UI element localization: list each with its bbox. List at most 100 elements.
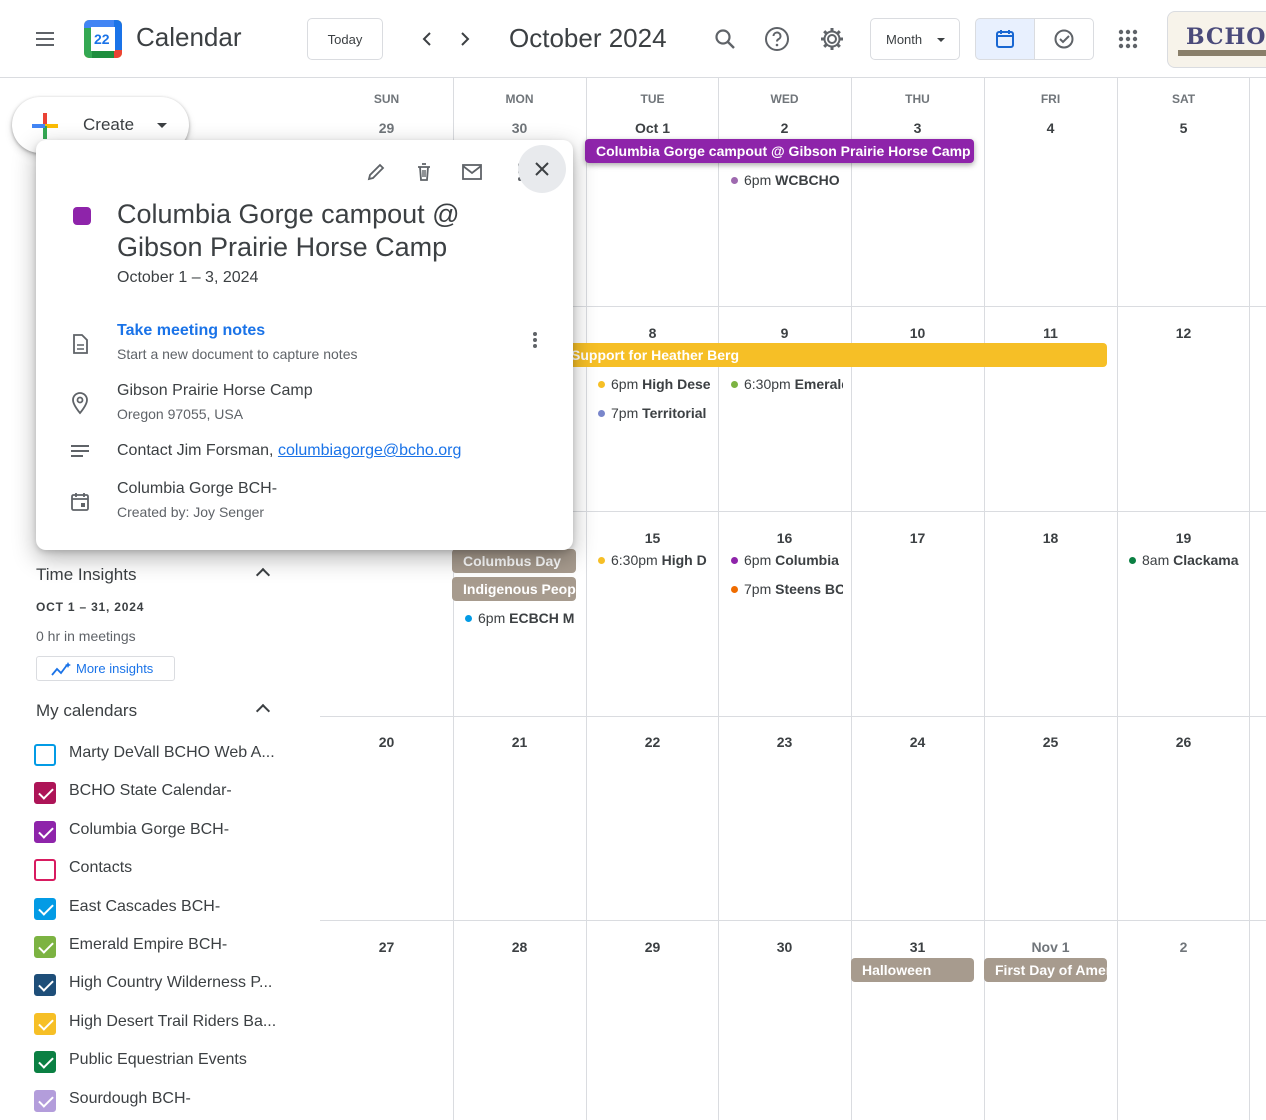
calendar-item[interactable]: BCHO State Calendar-: [34, 780, 314, 804]
day-number[interactable]: 22: [586, 734, 719, 750]
day-number[interactable]: 25: [984, 734, 1117, 750]
event-location-address: Oregon 97055, USA: [117, 406, 244, 422]
calendar-item[interactable]: Contacts: [34, 857, 314, 881]
day-number[interactable]: 28: [453, 939, 586, 955]
search-button[interactable]: [705, 19, 745, 59]
timed-event[interactable]: 6pm WCBCHO: [719, 170, 849, 190]
event-title: WCBCHO: [775, 172, 840, 188]
day-number[interactable]: 20: [320, 734, 453, 750]
day-number[interactable]: 8: [586, 325, 719, 341]
grid-column-divider: [1249, 78, 1250, 1120]
calendar-item[interactable]: East Cascades BCH-: [34, 896, 314, 920]
day-number[interactable]: 27: [320, 939, 453, 955]
day-number[interactable]: 11: [984, 325, 1117, 341]
calendar-item[interactable]: Emerald Empire BCH-: [34, 934, 314, 958]
calendar-item[interactable]: Columbia Gorge BCH-: [34, 819, 314, 843]
notes-more-button[interactable]: [515, 320, 555, 360]
event-location[interactable]: Gibson Prairie Horse Camp: [117, 382, 313, 400]
day-number[interactable]: 3: [851, 120, 984, 136]
event-chip[interactable]: Columbia Gorge campout @ Gibson Prairie …: [585, 139, 974, 163]
calendar-checkbox[interactable]: [34, 1090, 56, 1112]
day-number[interactable]: 15: [586, 530, 719, 546]
day-number[interactable]: 26: [1117, 734, 1250, 750]
help-button[interactable]: [757, 19, 797, 59]
calendar-checkbox[interactable]: [34, 821, 56, 843]
calendar-item[interactable]: High Country Wilderness P...: [34, 972, 314, 996]
calendar-icon: [996, 30, 1014, 48]
day-number[interactable]: 30: [453, 120, 586, 136]
timed-event[interactable]: 7pm Steens BC: [719, 579, 843, 599]
timed-event[interactable]: 7pm Territorial: [586, 403, 710, 423]
my-calendars-title: My calendars: [36, 701, 138, 720]
day-number[interactable]: 23: [718, 734, 851, 750]
collapse-insights-icon[interactable]: [255, 567, 271, 583]
day-number[interactable]: 10: [851, 325, 984, 341]
event-chip[interactable]: Support for Heather Berg: [560, 343, 1107, 367]
event-chip[interactable]: Columbus Day: [452, 549, 576, 573]
day-number[interactable]: Nov 1: [984, 939, 1117, 955]
day-number[interactable]: 12: [1117, 325, 1250, 341]
event-chip[interactable]: Halloween: [851, 958, 974, 982]
day-number[interactable]: 30: [718, 939, 851, 955]
timed-event[interactable]: 6:30pm High D: [586, 550, 710, 570]
calendar-checkbox[interactable]: [34, 782, 56, 804]
day-number[interactable]: 24: [851, 734, 984, 750]
calendar-item[interactable]: Marty DeVall BCHO Web A...: [34, 742, 314, 766]
previous-month-button[interactable]: [407, 19, 447, 59]
day-number[interactable]: 18: [984, 530, 1117, 546]
day-number[interactable]: 4: [984, 120, 1117, 136]
day-number[interactable]: 21: [453, 734, 586, 750]
calendar-item[interactable]: Sourdough BCH-: [34, 1088, 314, 1112]
calendar-checkbox[interactable]: [34, 859, 56, 881]
delete-event-button[interactable]: [404, 152, 444, 192]
event-chip[interactable]: First Day of American: [984, 958, 1107, 982]
weekday-header: MON: [505, 92, 534, 106]
day-number[interactable]: 2: [718, 120, 851, 136]
calendar-checkbox[interactable]: [34, 1051, 56, 1073]
chevron-left-icon: [422, 32, 431, 46]
day-number[interactable]: 2: [1117, 939, 1250, 955]
timed-event[interactable]: 6pm Columbia: [719, 550, 843, 570]
account-logo[interactable]: BCHO: [1167, 11, 1266, 68]
timed-event[interactable]: 8am Clackama: [1117, 550, 1241, 570]
day-number[interactable]: Oct 1: [586, 120, 719, 136]
more-insights-button[interactable]: More insights: [36, 656, 175, 681]
calendar-item-label: Sourdough BCH-: [69, 1090, 191, 1107]
close-popup-button[interactable]: [518, 145, 566, 193]
event-title: Steens BC: [775, 581, 843, 597]
calendar-checkbox[interactable]: [34, 936, 56, 958]
next-month-button[interactable]: [445, 19, 485, 59]
view-selector[interactable]: Month: [870, 18, 960, 60]
day-number[interactable]: 9: [718, 325, 851, 341]
calendar-checkbox[interactable]: [34, 974, 56, 996]
calendar-item[interactable]: Public Equestrian Events: [34, 1049, 314, 1073]
contact-email-link[interactable]: columbiagorge@bcho.org: [278, 442, 461, 459]
calendar-item[interactable]: High Desert Trail Riders Ba...: [34, 1011, 314, 1035]
take-meeting-notes-link[interactable]: Take meeting notes: [117, 322, 265, 340]
calendar-item-label: Public Equestrian Events: [69, 1051, 247, 1068]
calendar-checkbox[interactable]: [34, 744, 56, 766]
day-number[interactable]: 29: [586, 939, 719, 955]
day-number[interactable]: 31: [851, 939, 984, 955]
apps-button[interactable]: [1108, 19, 1148, 59]
day-number[interactable]: 17: [851, 530, 984, 546]
email-guests-button[interactable]: [452, 152, 492, 192]
day-number[interactable]: 29: [320, 120, 453, 136]
timed-event[interactable]: 6:30pm Emerald: [719, 374, 843, 394]
settings-button[interactable]: [812, 19, 852, 59]
event-title: Columbia: [775, 552, 839, 568]
day-number[interactable]: 16: [718, 530, 851, 546]
collapse-calendars-icon[interactable]: [255, 703, 271, 719]
timed-event[interactable]: 6pm ECBCH M: [453, 608, 577, 628]
timed-event[interactable]: 6pm High Desert: [586, 374, 710, 394]
day-number[interactable]: 19: [1117, 530, 1250, 546]
event-calendar-name: Columbia Gorge BCH-: [117, 480, 278, 497]
calendar-checkbox[interactable]: [34, 898, 56, 920]
event-chip[interactable]: Indigenous Peoples' Day: [452, 577, 576, 601]
tasks-view-toggle[interactable]: [1034, 18, 1094, 60]
calendar-view-toggle[interactable]: [975, 18, 1035, 60]
day-number[interactable]: 5: [1117, 120, 1250, 136]
edit-event-button[interactable]: [356, 152, 396, 192]
insights-sparkle-icon: [51, 662, 71, 676]
calendar-checkbox[interactable]: [34, 1013, 56, 1035]
